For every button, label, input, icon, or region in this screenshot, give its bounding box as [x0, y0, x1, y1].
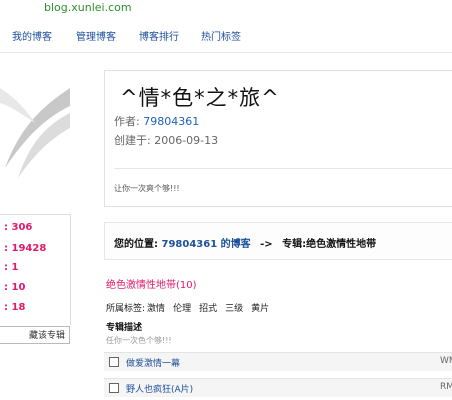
video-row: 野人也疯狂(A片) RM	[104, 378, 452, 397]
tag-link[interactable]: 黄片	[251, 304, 269, 314]
album-desc-text: 任你一次色个够!!!	[106, 336, 172, 345]
nav-divider	[0, 52, 452, 53]
video-title-link[interactable]: 做爱激情一幕	[126, 356, 180, 369]
author-label: 作者:	[114, 115, 140, 128]
stat-value: 1	[11, 262, 19, 273]
stat-row: : 10	[4, 282, 26, 293]
author-link[interactable]: 79804361	[143, 115, 199, 128]
tag-link[interactable]: 招式	[199, 304, 217, 314]
blog-title: ^情*色*之*旅^	[120, 86, 280, 110]
created-label: 创建于:	[114, 134, 151, 147]
video-checkbox[interactable]	[109, 383, 119, 393]
stat-value: 19428	[11, 243, 47, 254]
created-row: 创建于: 2006-09-13	[114, 132, 218, 148]
nav-hot-tags[interactable]: 热门标签	[201, 28, 241, 43]
breadcrumb-label: 您的位置:	[114, 239, 158, 250]
blog-motto: 让你一次爽个够!!!	[114, 184, 180, 193]
stat-row: : 19428	[4, 243, 47, 254]
stat-value: 306	[11, 222, 33, 233]
header-divider	[114, 168, 452, 169]
avatar-image	[0, 88, 70, 178]
avatar	[0, 68, 70, 188]
stat-row: : 18	[4, 302, 26, 313]
tags-label: 所属标签:	[106, 304, 146, 314]
nav-my-blog[interactable]: 我的博客	[12, 28, 52, 43]
nav-manage-blog[interactable]: 管理博客	[76, 28, 116, 43]
tag-link[interactable]: 激情	[147, 304, 165, 314]
breadcrumb: 您的位置: 79804361 的博客 -> 专辑:绝色激情性地带	[114, 235, 376, 250]
video-title-link[interactable]: 野人也疯狂(A片)	[126, 382, 193, 395]
breadcrumb-album: 专辑:绝色激情性地带	[282, 239, 377, 250]
stat-row: : 1	[4, 262, 19, 273]
stat-value: 18	[11, 302, 26, 313]
created-date: 2006-09-13	[154, 134, 219, 147]
breadcrumb-blog-link[interactable]: 79804361 的博客	[161, 239, 250, 250]
site-url[interactable]: blog.xunlei.com	[44, 1, 132, 14]
tag-link[interactable]: 伦理	[173, 304, 191, 314]
author-row: 作者: 79804361	[114, 113, 199, 129]
video-checkbox[interactable]	[109, 357, 119, 367]
breadcrumb-arrow: ->	[260, 239, 273, 250]
tag-link[interactable]: 三级	[225, 304, 243, 314]
stat-value: 10	[11, 282, 26, 293]
video-format: RM	[440, 382, 452, 392]
nav-blog-ranking[interactable]: 博客排行	[139, 28, 179, 43]
video-row: 做爱激情一幕 WM	[104, 352, 452, 371]
album-title[interactable]: 绝色激情性地带(10)	[106, 276, 197, 291]
stat-row: : 306	[4, 222, 33, 233]
favorite-album-button[interactable]: 藏该专辑	[0, 326, 70, 344]
album-desc-label: 专辑描述	[106, 323, 143, 333]
blog-stats: : 306 : 19428 : 1 : 10 : 18	[0, 214, 71, 325]
video-format: WM	[440, 356, 452, 366]
top-nav: 我的博客 管理博客 博客排行 热门标签	[0, 28, 452, 44]
album-tags: 所属标签: 激情 伦理 招式 三级 黄片	[106, 301, 277, 314]
